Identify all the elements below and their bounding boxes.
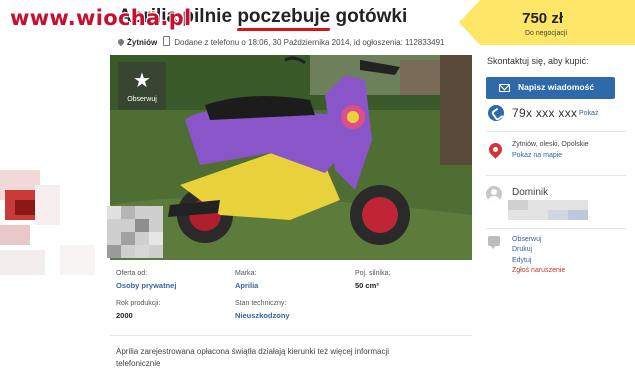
divider xyxy=(486,131,626,132)
phone-icon xyxy=(488,105,504,121)
send-message-label: Napisz wiadomość xyxy=(518,82,595,92)
engine-value: 50 cm³ xyxy=(355,281,379,290)
action-observe[interactable]: Obserwuj xyxy=(512,236,542,243)
offer-from-label: Oferta od: xyxy=(116,270,148,277)
envelope-icon xyxy=(499,84,510,92)
pixelated-user-info xyxy=(508,200,588,220)
ad-meta: Żytniów Dodane z telefonu o 18:06, 30 Paź… xyxy=(116,36,445,47)
description-divider xyxy=(110,335,472,336)
price-note: Do negocjacji xyxy=(524,30,567,37)
location-pin-icon xyxy=(116,37,126,47)
divider xyxy=(486,228,626,229)
engine-label: Poj. silnika: xyxy=(355,270,391,277)
ad-description: Aprilia zarejestrowana opłacona świątła … xyxy=(116,346,456,370)
action-edit[interactable]: Edytuj xyxy=(512,257,531,264)
offer-from-value[interactable]: Osoby prywatnej xyxy=(116,281,176,290)
condition-value[interactable]: Nieuszkodzony xyxy=(235,311,290,320)
description-line: Aprilia zarejestrowana opłacona świątła … xyxy=(116,347,390,356)
phone-icon xyxy=(163,36,171,46)
star-icon: ★ xyxy=(133,70,151,92)
description-line: telefonicznie xyxy=(116,359,161,368)
ad-meta-text: Dodane z telefonu o 18:06, 30 Październi… xyxy=(174,38,445,47)
condition-label: Stan techniczny: xyxy=(235,300,287,307)
action-print[interactable]: Drukuj xyxy=(512,246,532,253)
watermark: www.wiocha.pl xyxy=(10,6,192,30)
year-label: Rok produkcji: xyxy=(116,300,161,307)
pixelated-left-image xyxy=(0,150,95,290)
observe-photo-label: Obserwuj xyxy=(127,96,157,103)
observe-photo-button[interactable]: ★ Obserwuj xyxy=(118,62,166,110)
map-pin-icon xyxy=(486,140,505,159)
ad-location: Żytniów xyxy=(127,38,158,47)
year-value: 2000 xyxy=(116,311,133,320)
show-phone-link[interactable]: Pokaż xyxy=(579,110,598,117)
contact-heading: Skontaktuj się, aby kupić: xyxy=(487,56,589,66)
show-map-link[interactable]: Pokaż na mapie xyxy=(512,152,562,159)
divider xyxy=(486,175,626,176)
comment-icon xyxy=(488,236,500,249)
seller-location: Żytniów, oleski, Opolskie xyxy=(512,141,589,148)
brand-label: Marka: xyxy=(235,270,257,277)
send-message-button[interactable]: Napisz wiadomość xyxy=(486,77,615,99)
pixelated-thumbnail[interactable] xyxy=(107,206,163,258)
brand-value[interactable]: Aprilia xyxy=(235,281,258,290)
phone-number: 79x xxx xxx xyxy=(512,106,578,120)
user-icon xyxy=(486,186,502,202)
price: 750 zł xyxy=(522,10,563,27)
action-report[interactable]: Zgłoś naruszenie xyxy=(512,267,565,274)
